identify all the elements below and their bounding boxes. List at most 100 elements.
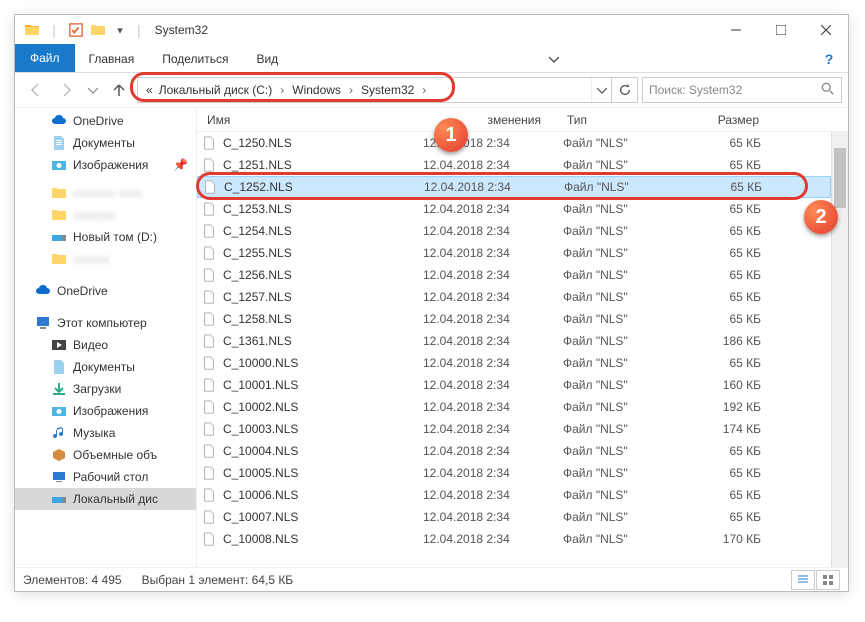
pin-icon: 📌: [173, 158, 188, 172]
nav-recent-dropdown[interactable]: [85, 76, 101, 104]
address-bar[interactable]: « Локальный диск (C:) › Windows › System…: [137, 77, 638, 103]
sidebar-local-disk[interactable]: Локальный дис: [15, 488, 196, 510]
file-icon: [201, 487, 217, 503]
file-size: 65 КБ: [683, 202, 771, 216]
sidebar-documents-2[interactable]: Документы: [15, 356, 196, 378]
file-icon: [201, 333, 217, 349]
cube-icon: [51, 447, 67, 463]
ribbon-expand-icon[interactable]: [541, 46, 567, 72]
file-size: 65 КБ: [684, 180, 772, 194]
sidebar-onedrive-2[interactable]: OneDrive: [15, 280, 196, 302]
chevron-right-icon[interactable]: ›: [345, 83, 357, 97]
nav-forward-button[interactable]: [53, 76, 81, 104]
file-size: 65 КБ: [683, 510, 771, 524]
file-size: 160 КБ: [683, 378, 771, 392]
file-row[interactable]: C_1255.NLS 12.04.2018 2:34 Файл "NLS" 65…: [197, 242, 831, 264]
file-icon: [201, 135, 217, 151]
minimize-button[interactable]: [713, 16, 758, 45]
file-row[interactable]: C_1257.NLS 12.04.2018 2:34 Файл "NLS" 65…: [197, 286, 831, 308]
file-row[interactable]: C_10004.NLS 12.04.2018 2:34 Файл "NLS" 6…: [197, 440, 831, 462]
breadcrumb-seg-3[interactable]: System32: [359, 83, 416, 97]
nav-back-button[interactable]: [21, 76, 49, 104]
file-name: C_10000.NLS: [223, 356, 423, 370]
file-row[interactable]: C_1253.NLS 12.04.2018 2:34 Файл "NLS" 65…: [197, 198, 831, 220]
addressbar-dropdown[interactable]: [591, 78, 611, 102]
file-name: C_1255.NLS: [223, 246, 423, 260]
chevron-right-icon[interactable]: ›: [418, 83, 430, 97]
sidebar-music[interactable]: Музыка: [15, 422, 196, 444]
tab-view[interactable]: Вид: [242, 46, 292, 72]
col-size[interactable]: Размер: [681, 113, 769, 127]
file-name: C_10004.NLS: [223, 444, 423, 458]
sidebar-new-volume[interactable]: Новый том (D:): [15, 226, 196, 248]
search-box[interactable]: [642, 77, 842, 103]
download-icon: [51, 381, 67, 397]
sidebar-blur-2[interactable]: xxxxxxx: [15, 204, 196, 226]
sidebar-blur-1[interactable]: xxxxxxx xxxx: [15, 182, 196, 204]
tab-file[interactable]: Файл: [15, 44, 75, 72]
help-icon[interactable]: ?: [816, 46, 842, 72]
scroll-thumb[interactable]: [834, 148, 846, 208]
sidebar-blur-3[interactable]: xxxxxx: [15, 248, 196, 270]
file-size: 65 КБ: [683, 158, 771, 172]
file-icon: [201, 421, 217, 437]
document-icon: [51, 135, 67, 151]
sidebar-images-2[interactable]: Изображения: [15, 400, 196, 422]
close-button[interactable]: [803, 16, 848, 45]
vertical-scrollbar[interactable]: [831, 132, 848, 567]
camera-icon: [51, 157, 67, 173]
file-row[interactable]: C_10002.NLS 12.04.2018 2:34 Файл "NLS" 1…: [197, 396, 831, 418]
file-row[interactable]: C_10003.NLS 12.04.2018 2:34 Файл "NLS" 1…: [197, 418, 831, 440]
file-type: Файл "NLS": [563, 356, 683, 370]
qat-dropdown-icon[interactable]: ▾: [111, 21, 129, 39]
refresh-button[interactable]: [611, 78, 637, 102]
check-icon[interactable]: [67, 21, 85, 39]
file-date: 12.04.2018 2:34: [423, 422, 563, 436]
file-row[interactable]: C_10008.NLS 12.04.2018 2:34 Файл "NLS" 1…: [197, 528, 831, 550]
file-row[interactable]: C_10006.NLS 12.04.2018 2:34 Файл "NLS" 6…: [197, 484, 831, 506]
file-row[interactable]: C_1251.NLS 12.04.2018 2:34 Файл "NLS" 65…: [197, 154, 831, 176]
sidebar-downloads[interactable]: Загрузки: [15, 378, 196, 400]
tab-home[interactable]: Главная: [75, 46, 149, 72]
file-row[interactable]: C_1250.NLS 12.04.2018 2:34 Файл "NLS" 65…: [197, 132, 831, 154]
breadcrumb-seg-1[interactable]: Локальный диск (C:): [157, 83, 275, 97]
file-type: Файл "NLS": [563, 378, 683, 392]
view-thumbnails-button[interactable]: [816, 570, 840, 590]
file-row[interactable]: C_1252.NLS 12.04.2018 2:34 Файл "NLS" 65…: [197, 176, 831, 198]
sidebar-onedrive-1[interactable]: OneDrive: [15, 110, 196, 132]
folder-icon: [51, 185, 67, 201]
file-row[interactable]: C_1254.NLS 12.04.2018 2:34 Файл "NLS" 65…: [197, 220, 831, 242]
sidebar-video[interactable]: Видео: [15, 334, 196, 356]
file-row[interactable]: C_10007.NLS 12.04.2018 2:34 Файл "NLS" 6…: [197, 506, 831, 528]
file-icon: [201, 223, 217, 239]
col-name[interactable]: Имя: [201, 113, 421, 127]
file-icon: [201, 399, 217, 415]
view-details-button[interactable]: [791, 570, 815, 590]
sidebar-this-pc[interactable]: Этот компьютер: [15, 312, 196, 334]
file-row[interactable]: C_10001.NLS 12.04.2018 2:34 Файл "NLS" 1…: [197, 374, 831, 396]
nav-up-button[interactable]: [105, 76, 133, 104]
file-row[interactable]: C_10005.NLS 12.04.2018 2:34 Файл "NLS" 6…: [197, 462, 831, 484]
file-row[interactable]: C_1256.NLS 12.04.2018 2:34 Файл "NLS" 65…: [197, 264, 831, 286]
sidebar-images-1[interactable]: Изображения📌: [15, 154, 196, 176]
file-date: 12.04.2018 2:34: [423, 224, 563, 238]
search-input[interactable]: [649, 83, 821, 97]
sidebar-3d-objects[interactable]: Объемные объ: [15, 444, 196, 466]
col-type[interactable]: Тип: [561, 113, 681, 127]
sidebar-desktop[interactable]: Рабочий стол: [15, 466, 196, 488]
file-type: Файл "NLS": [563, 158, 683, 172]
col-date[interactable]: зменения: [421, 113, 561, 127]
tab-share[interactable]: Поделиться: [148, 46, 242, 72]
file-row[interactable]: C_10000.NLS 12.04.2018 2:34 Файл "NLS" 6…: [197, 352, 831, 374]
file-type: Файл "NLS": [563, 312, 683, 326]
chevron-right-icon[interactable]: ›: [276, 83, 288, 97]
file-size: 65 КБ: [683, 290, 771, 304]
search-icon[interactable]: [821, 82, 835, 99]
folder-small-icon[interactable]: [89, 21, 107, 39]
file-row[interactable]: C_1258.NLS 12.04.2018 2:34 Файл "NLS" 65…: [197, 308, 831, 330]
file-type: Файл "NLS": [563, 246, 683, 260]
maximize-button[interactable]: [758, 16, 803, 45]
file-row[interactable]: C_1361.NLS 12.04.2018 2:34 Файл "NLS" 18…: [197, 330, 831, 352]
breadcrumb-seg-2[interactable]: Windows: [290, 83, 343, 97]
sidebar-documents[interactable]: Документы: [15, 132, 196, 154]
